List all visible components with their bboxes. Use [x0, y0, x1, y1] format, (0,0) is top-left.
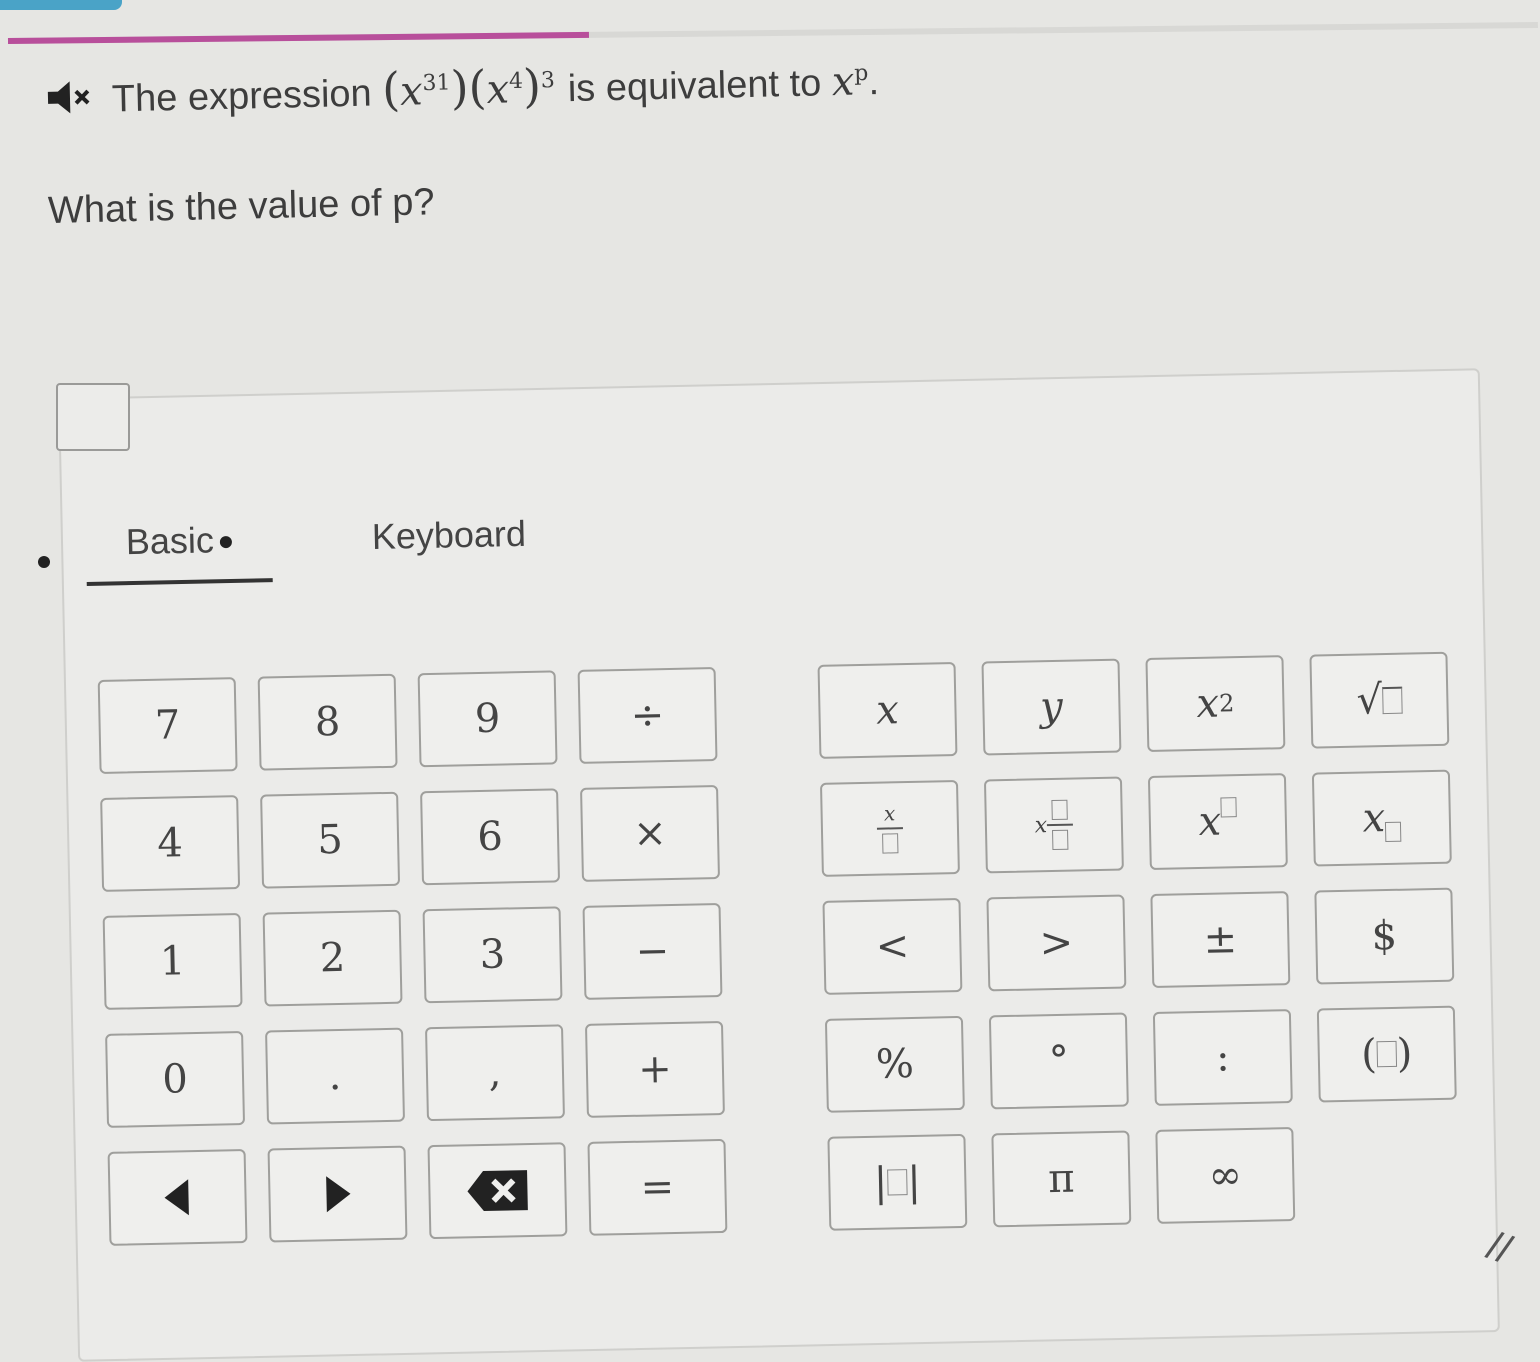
key-2[interactable]: 2 [262, 909, 403, 1007]
tab-basic[interactable]: Basic [85, 506, 273, 586]
key-decimal[interactable]: . [265, 1027, 405, 1125]
target-math: xp [831, 58, 869, 106]
key-1[interactable]: 1 [102, 913, 243, 1010]
key-multiply[interactable]: × [580, 785, 720, 882]
key-exponent[interactable]: x [1147, 773, 1288, 870]
key-comma[interactable]: , [425, 1024, 565, 1122]
key-x-squared[interactable]: x2 [1145, 655, 1286, 753]
progress-fill [7, 31, 590, 44]
key-plus[interactable]: + [584, 1020, 725, 1118]
question-mid: is equivalent to [567, 62, 822, 111]
key-y[interactable]: y [981, 658, 1122, 756]
question-prompt: What is the value of p? [47, 181, 435, 232]
key-percent[interactable]: % [824, 1015, 965, 1113]
keyboard-tabs: Basic Keyboard [85, 500, 567, 586]
expression-math: (x31)(x4)3 [381, 58, 556, 117]
key-minus[interactable]: − [582, 902, 723, 1000]
key-6[interactable]: 6 [420, 788, 561, 886]
backspace-icon [467, 1170, 528, 1212]
arrow-left-icon [164, 1179, 189, 1216]
key-backspace[interactable] [427, 1142, 568, 1240]
key-dollar[interactable]: $ [1314, 887, 1455, 985]
key-4[interactable]: 4 [100, 795, 241, 892]
question-lead: The expression [111, 72, 373, 121]
key-greater-than[interactable]: > [986, 894, 1127, 992]
key-x[interactable]: x [817, 662, 958, 759]
progress-bar [7, 21, 1538, 44]
key-3[interactable]: 3 [422, 906, 563, 1004]
key-sqrt[interactable]: √ [1309, 651, 1450, 749]
key-9[interactable]: 9 [417, 670, 558, 768]
speaker-mute-icon[interactable] [44, 77, 97, 128]
arrow-right-icon [326, 1176, 351, 1213]
key-parentheses[interactable]: () [1316, 1005, 1457, 1103]
key-7[interactable]: 7 [97, 677, 238, 774]
key-degree[interactable]: ° [988, 1012, 1129, 1110]
key-right-arrow[interactable] [267, 1145, 408, 1243]
key-5[interactable]: 5 [260, 791, 401, 889]
key-divide[interactable]: ÷ [577, 667, 718, 764]
focus-dot [38, 556, 50, 568]
key-pi[interactable]: π [991, 1130, 1132, 1228]
key-less-than[interactable]: < [822, 897, 963, 995]
header-accent [0, 0, 122, 10]
tab-keyboard[interactable]: Keyboard [331, 500, 567, 581]
key-equals[interactable]: = [587, 1138, 728, 1236]
key-infinity[interactable]: ∞ [1155, 1127, 1296, 1224]
key-fraction[interactable]: x [819, 779, 960, 877]
key-subscript[interactable]: x [1311, 769, 1452, 867]
key-left-arrow[interactable] [107, 1148, 248, 1246]
key-plus-minus[interactable]: ± [1150, 891, 1291, 988]
key-8[interactable]: 8 [257, 673, 398, 771]
key-colon[interactable]: : [1152, 1009, 1293, 1106]
key-mixed-number[interactable]: x [983, 776, 1124, 874]
key-absolute-value[interactable]: | | [827, 1133, 968, 1231]
question-text: The expression (x31)(x4)3 is equivalent … [43, 51, 879, 128]
key-0[interactable]: 0 [105, 1031, 246, 1128]
answer-input[interactable] [56, 383, 130, 451]
